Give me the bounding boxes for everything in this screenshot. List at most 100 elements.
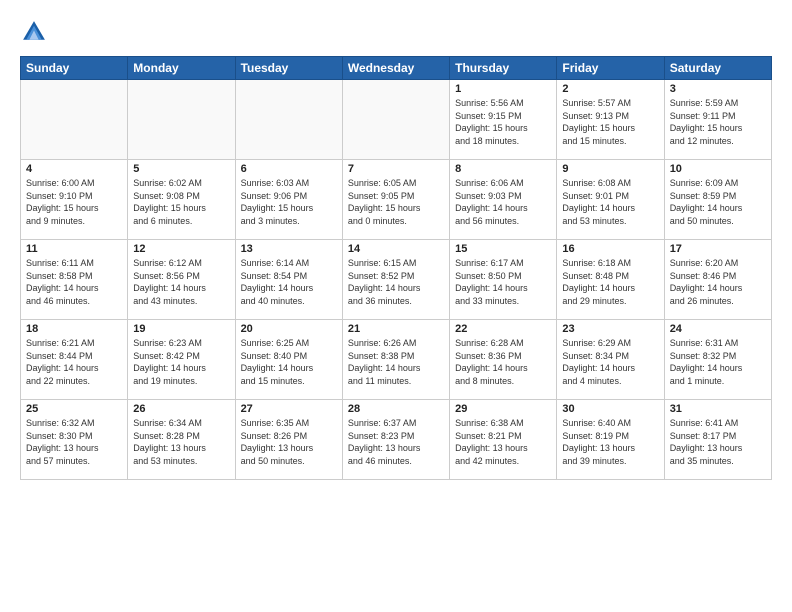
day-info: Sunrise: 5:57 AM Sunset: 9:13 PM Dayligh… [562, 97, 658, 147]
day-number: 23 [562, 323, 658, 335]
day-number: 22 [455, 323, 551, 335]
calendar-cell: 19 Sunrise: 6:23 AM Sunset: 8:42 PM Dayli… [128, 320, 235, 400]
day-number: 1 [455, 83, 551, 95]
calendar-cell: 15 Sunrise: 6:17 AM Sunset: 8:50 PM Dayli… [450, 240, 557, 320]
day-number: 30 [562, 403, 658, 415]
day-info: Sunrise: 6:35 AM Sunset: 8:26 PM Dayligh… [241, 417, 337, 467]
day-info: Sunrise: 6:32 AM Sunset: 8:30 PM Dayligh… [26, 417, 122, 467]
day-number: 6 [241, 163, 337, 175]
day-info: Sunrise: 6:23 AM Sunset: 8:42 PM Dayligh… [133, 337, 229, 387]
calendar-day-header: Thursday [450, 57, 557, 80]
calendar-cell: 23 Sunrise: 6:29 AM Sunset: 8:34 PM Dayli… [557, 320, 664, 400]
day-number: 31 [670, 403, 766, 415]
calendar-cell: 6 Sunrise: 6:03 AM Sunset: 9:06 PM Daylig… [235, 160, 342, 240]
day-number: 26 [133, 403, 229, 415]
calendar-cell: 30 Sunrise: 6:40 AM Sunset: 8:19 PM Dayli… [557, 400, 664, 480]
day-info: Sunrise: 6:28 AM Sunset: 8:36 PM Dayligh… [455, 337, 551, 387]
day-number: 12 [133, 243, 229, 255]
day-info: Sunrise: 6:05 AM Sunset: 9:05 PM Dayligh… [348, 177, 444, 227]
day-number: 4 [26, 163, 122, 175]
day-number: 13 [241, 243, 337, 255]
calendar-week-row: 18 Sunrise: 6:21 AM Sunset: 8:44 PM Dayli… [21, 320, 772, 400]
calendar-cell: 4 Sunrise: 6:00 AM Sunset: 9:10 PM Daylig… [21, 160, 128, 240]
day-info: Sunrise: 6:41 AM Sunset: 8:17 PM Dayligh… [670, 417, 766, 467]
day-info: Sunrise: 6:02 AM Sunset: 9:08 PM Dayligh… [133, 177, 229, 227]
calendar-cell: 9 Sunrise: 6:08 AM Sunset: 9:01 PM Daylig… [557, 160, 664, 240]
day-number: 20 [241, 323, 337, 335]
day-info: Sunrise: 6:12 AM Sunset: 8:56 PM Dayligh… [133, 257, 229, 307]
day-info: Sunrise: 6:11 AM Sunset: 8:58 PM Dayligh… [26, 257, 122, 307]
calendar-cell: 8Sunrise: 6:06 AM Sunset: 9:03 PM Daylig… [450, 160, 557, 240]
day-info: Sunrise: 6:37 AM Sunset: 8:23 PM Dayligh… [348, 417, 444, 467]
day-number: 5 [133, 163, 229, 175]
header [20, 18, 772, 46]
general-blue-icon [20, 18, 48, 46]
calendar-day-header: Wednesday [342, 57, 449, 80]
day-info: Sunrise: 6:15 AM Sunset: 8:52 PM Dayligh… [348, 257, 444, 307]
calendar-cell: 25Sunrise: 6:32 AM Sunset: 8:30 PM Dayli… [21, 400, 128, 480]
day-number: 2 [562, 83, 658, 95]
calendar-cell: 20 Sunrise: 6:25 AM Sunset: 8:40 PM Dayli… [235, 320, 342, 400]
calendar-day-header: Tuesday [235, 57, 342, 80]
calendar-day-header: Monday [128, 57, 235, 80]
day-info: Sunrise: 6:08 AM Sunset: 9:01 PM Dayligh… [562, 177, 658, 227]
calendar-week-row: 1 Sunrise: 5:56 AM Sunset: 9:15 PM Daylig… [21, 80, 772, 160]
day-info: Sunrise: 6:20 AM Sunset: 8:46 PM Dayligh… [670, 257, 766, 307]
day-info: Sunrise: 6:40 AM Sunset: 8:19 PM Dayligh… [562, 417, 658, 467]
day-info: Sunrise: 6:09 AM Sunset: 8:59 PM Dayligh… [670, 177, 766, 227]
day-info: Sunrise: 6:26 AM Sunset: 8:38 PM Dayligh… [348, 337, 444, 387]
logo [20, 18, 54, 46]
day-info: Sunrise: 6:17 AM Sunset: 8:50 PM Dayligh… [455, 257, 551, 307]
calendar-day-header: Sunday [21, 57, 128, 80]
day-info: Sunrise: 6:18 AM Sunset: 8:48 PM Dayligh… [562, 257, 658, 307]
day-number: 15 [455, 243, 551, 255]
calendar-cell: 16 Sunrise: 6:18 AM Sunset: 8:48 PM Dayli… [557, 240, 664, 320]
calendar-cell: 31 Sunrise: 6:41 AM Sunset: 8:17 PM Dayli… [664, 400, 771, 480]
day-number: 7 [348, 163, 444, 175]
day-info: Sunrise: 6:03 AM Sunset: 9:06 PM Dayligh… [241, 177, 337, 227]
day-number: 29 [455, 403, 551, 415]
day-number: 21 [348, 323, 444, 335]
calendar-cell: 10Sunrise: 6:09 AM Sunset: 8:59 PM Dayli… [664, 160, 771, 240]
calendar-cell: 26Sunrise: 6:34 AM Sunset: 8:28 PM Dayli… [128, 400, 235, 480]
calendar-cell: 22 Sunrise: 6:28 AM Sunset: 8:36 PM Dayli… [450, 320, 557, 400]
day-info: Sunrise: 6:21 AM Sunset: 8:44 PM Dayligh… [26, 337, 122, 387]
calendar-day-header: Friday [557, 57, 664, 80]
calendar-week-row: 4 Sunrise: 6:00 AM Sunset: 9:10 PM Daylig… [21, 160, 772, 240]
calendar-cell: 7 Sunrise: 6:05 AM Sunset: 9:05 PM Daylig… [342, 160, 449, 240]
day-number: 16 [562, 243, 658, 255]
calendar-cell [21, 80, 128, 160]
day-number: 18 [26, 323, 122, 335]
day-number: 3 [670, 83, 766, 95]
calendar-week-row: 11 Sunrise: 6:11 AM Sunset: 8:58 PM Dayli… [21, 240, 772, 320]
day-info: Sunrise: 6:31 AM Sunset: 8:32 PM Dayligh… [670, 337, 766, 387]
calendar-header-row: SundayMondayTuesdayWednesdayThursdayFrid… [21, 57, 772, 80]
day-number: 27 [241, 403, 337, 415]
day-number: 9 [562, 163, 658, 175]
day-info: Sunrise: 5:59 AM Sunset: 9:11 PM Dayligh… [670, 97, 766, 147]
calendar-cell: 1 Sunrise: 5:56 AM Sunset: 9:15 PM Daylig… [450, 80, 557, 160]
day-number: 11 [26, 243, 122, 255]
day-info: Sunrise: 6:14 AM Sunset: 8:54 PM Dayligh… [241, 257, 337, 307]
day-number: 24 [670, 323, 766, 335]
day-number: 28 [348, 403, 444, 415]
day-info: Sunrise: 6:00 AM Sunset: 9:10 PM Dayligh… [26, 177, 122, 227]
day-info: Sunrise: 6:29 AM Sunset: 8:34 PM Dayligh… [562, 337, 658, 387]
calendar-cell [235, 80, 342, 160]
calendar-cell: 24 Sunrise: 6:31 AM Sunset: 8:32 PM Dayli… [664, 320, 771, 400]
day-info: Sunrise: 5:56 AM Sunset: 9:15 PM Dayligh… [455, 97, 551, 147]
page: SundayMondayTuesdayWednesdayThursdayFrid… [0, 0, 792, 612]
calendar-cell [342, 80, 449, 160]
calendar-cell: 27 Sunrise: 6:35 AM Sunset: 8:26 PM Dayli… [235, 400, 342, 480]
calendar-cell: 11 Sunrise: 6:11 AM Sunset: 8:58 PM Dayli… [21, 240, 128, 320]
calendar-cell: 21 Sunrise: 6:26 AM Sunset: 8:38 PM Dayli… [342, 320, 449, 400]
day-number: 19 [133, 323, 229, 335]
calendar-cell: 17 Sunrise: 6:20 AM Sunset: 8:46 PM Dayli… [664, 240, 771, 320]
day-number: 17 [670, 243, 766, 255]
calendar-cell: 18 Sunrise: 6:21 AM Sunset: 8:44 PM Dayli… [21, 320, 128, 400]
calendar-table: SundayMondayTuesdayWednesdayThursdayFrid… [20, 56, 772, 480]
day-info: Sunrise: 6:25 AM Sunset: 8:40 PM Dayligh… [241, 337, 337, 387]
calendar-cell: 28 Sunrise: 6:37 AM Sunset: 8:23 PM Dayli… [342, 400, 449, 480]
day-info: Sunrise: 6:06 AM Sunset: 9:03 PM Dayligh… [455, 177, 551, 227]
calendar-cell: 13 Sunrise: 6:14 AM Sunset: 8:54 PM Dayli… [235, 240, 342, 320]
